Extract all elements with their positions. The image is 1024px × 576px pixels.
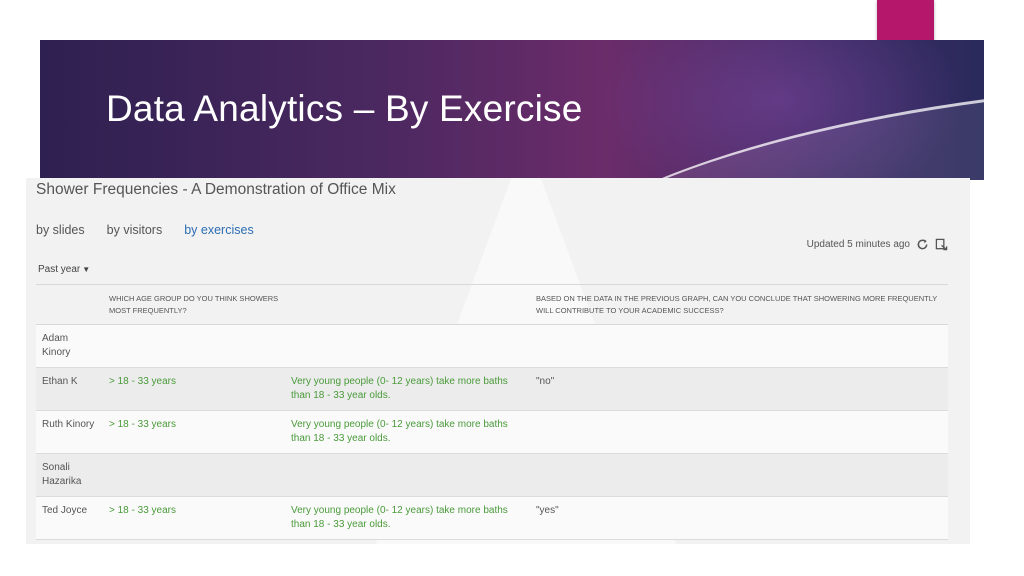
row-answer-1: > 18 - 33 years [103,410,285,454]
table-row: Ruth Kinory > 18 - 33 years Very young p… [36,410,948,454]
row-answer-1-detail: Very young people (0- 12 years) take mor… [285,410,530,454]
date-range-dropdown[interactable]: Past year ▼ [38,264,90,275]
row-answer-1-detail: Very young people (0- 12 years) take mor… [285,367,530,411]
row-answer-1: > 18 - 33 years [103,367,285,411]
row-name: Ethan K [36,367,103,411]
row-answer-2: "no" [530,367,948,411]
slide-title: Data Analytics – By Exercise [106,88,583,129]
row-answer-2: "yes" [530,496,948,540]
row-answer-1 [103,453,285,497]
row-answer-1-detail [285,453,530,497]
export-icon[interactable] [935,238,948,251]
table-row: Ted Joyce > 18 - 33 years Very young peo… [36,496,948,540]
row-name: Ted Joyce [36,496,103,540]
row-answer-2 [530,410,948,454]
refresh-icon[interactable] [916,238,929,251]
row-name: Sonali Hazarika [36,453,103,497]
row-answer-2 [530,324,948,368]
exercise-results-table: Which age group do you think showers mos… [36,284,948,540]
header-name [36,284,103,325]
table-row: Ethan K > 18 - 33 years Very young peopl… [36,367,948,411]
row-name: Ruth Kinory [36,410,103,454]
header-question-2: Based on the data in the previous graph,… [530,284,948,325]
tab-by-visitors[interactable]: by visitors [107,223,163,237]
row-answer-1: > 18 - 33 years [103,496,285,540]
row-answer-2 [530,453,948,497]
office-mix-screenshot: Shower Frequencies - A Demonstration of … [26,178,970,544]
title-banner: Data Analytics – By Exercise [40,40,984,180]
table-row: Adam Kinory [36,324,948,368]
caret-down-icon: ▼ [82,265,91,274]
row-answer-1-detail: Very young people (0- 12 years) take mor… [285,496,530,540]
app-title: Shower Frequencies - A Demonstration of … [36,181,396,198]
banner-swoosh [517,93,984,180]
tab-by-exercises[interactable]: by exercises [184,223,253,237]
updated-text: Updated 5 minutes ago [806,239,910,250]
update-status: Updated 5 minutes ago [807,238,948,251]
row-name: Adam Kinory [36,324,103,368]
row-answer-1-detail [285,324,530,368]
header-question-1-detail [285,284,530,325]
header-question-1: Which age group do you think showers mos… [103,284,285,325]
table-row: Sonali Hazarika [36,453,948,497]
row-answer-1 [103,324,285,368]
date-range-label: Past year [38,264,81,275]
table-header-row: Which age group do you think showers mos… [36,284,948,325]
view-tabs: by slides by visitors by exercises [36,223,254,237]
tab-by-slides[interactable]: by slides [36,223,85,237]
